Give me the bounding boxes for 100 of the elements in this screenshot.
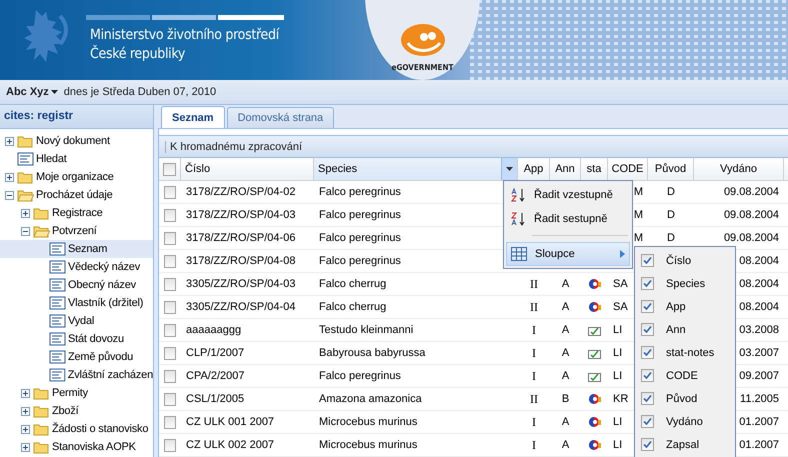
row-checkbox[interactable] xyxy=(164,392,176,406)
tree-item[interactable]: Vlastník (držitel) xyxy=(0,294,153,312)
column-checkbox[interactable] xyxy=(641,369,654,382)
table-cell: Falco peregrinus xyxy=(319,209,401,221)
table-cell: 3178/ZZ/RO/SP/04-06 xyxy=(186,232,296,244)
tree-item[interactable]: Zvláštní zacházen xyxy=(0,366,153,384)
expand-icon[interactable] xyxy=(5,136,14,146)
list-icon xyxy=(49,314,66,328)
table-cell: 03.2007 xyxy=(739,347,779,359)
expand-icon[interactable] xyxy=(21,442,30,452)
row-checkbox[interactable] xyxy=(164,438,176,452)
tree-item[interactable]: Zboží xyxy=(0,402,153,420)
checked-note-icon xyxy=(588,348,601,358)
status-icon xyxy=(588,439,602,451)
table-cell: 3178/ZZ/RO/SP/04-08 xyxy=(186,255,296,267)
row-checkbox[interactable] xyxy=(164,232,176,244)
table-cell: M xyxy=(634,232,643,244)
list-icon xyxy=(49,296,66,310)
menu-item[interactable]: Ann xyxy=(637,318,733,341)
menu-item[interactable]: Vydáno xyxy=(637,410,733,433)
column-checkbox[interactable] xyxy=(641,346,654,359)
table-cell: Falco peregrinus xyxy=(319,370,401,382)
collapse-icon[interactable] xyxy=(5,190,14,200)
tree-item[interactable]: Nový dokument xyxy=(0,132,153,150)
folder-icon xyxy=(17,134,34,148)
row-checkbox[interactable] xyxy=(164,346,176,360)
tree-item[interactable]: Potvrzení xyxy=(0,222,153,240)
tree-item[interactable]: Permity xyxy=(0,384,153,402)
menu-item[interactable]: Číslo xyxy=(637,249,733,272)
tree-item[interactable]: Obecný název xyxy=(0,276,153,294)
submenu-arrow-icon xyxy=(620,250,625,258)
row-checkbox[interactable] xyxy=(164,370,176,382)
tree-item[interactable]: Země původu xyxy=(0,348,153,366)
date-text: dnes je Středa Duben 07, 2010 xyxy=(64,86,216,98)
tree-item[interactable]: Žádosti o stanovisko xyxy=(0,420,153,438)
tree-item[interactable]: Stanoviska AOPK xyxy=(0,438,153,456)
folder-icon xyxy=(33,404,50,418)
table-cell: 08.2004 xyxy=(739,301,779,313)
menu-item[interactable]: CODE xyxy=(637,364,733,387)
table-cell: 09.08.2004 xyxy=(724,209,779,221)
row-checkbox[interactable] xyxy=(164,186,176,198)
table-cell: Microcebus murinus xyxy=(319,439,418,451)
folder-icon xyxy=(33,206,50,220)
tab[interactable]: Domovská strana xyxy=(226,107,334,128)
expand-icon[interactable] xyxy=(21,424,30,434)
table-cell: M xyxy=(634,186,643,198)
checked-note-icon xyxy=(588,324,601,336)
column-checkbox[interactable] xyxy=(641,392,654,405)
expand-icon[interactable] xyxy=(5,172,14,182)
column-menu-trigger[interactable] xyxy=(501,158,517,180)
menu-item[interactable]: Řadit sestupně xyxy=(506,207,630,231)
row-checkbox[interactable] xyxy=(164,324,176,336)
row-checkbox[interactable] xyxy=(164,300,176,314)
bulk-processing-button[interactable]: K hromadnému zpracování xyxy=(165,140,302,152)
menu-item[interactable]: Řadit vzestupně xyxy=(506,183,630,207)
tree-item[interactable]: Registrace xyxy=(0,204,153,222)
table-cell: D xyxy=(667,232,675,244)
folder-icon xyxy=(33,386,50,400)
tree-item[interactable]: Hledat xyxy=(0,150,153,168)
row-checkbox[interactable] xyxy=(164,254,176,268)
column-header[interactable]: Vydáno xyxy=(694,158,784,180)
column-checkbox[interactable] xyxy=(641,254,654,267)
column-checkbox[interactable] xyxy=(641,415,654,428)
sort-ascending-icon xyxy=(510,187,526,203)
table-cell: Falco peregrinus xyxy=(319,186,401,198)
list-icon xyxy=(17,152,34,166)
tree-item[interactable]: Seznam xyxy=(0,240,153,258)
tree-item[interactable]: Procházet údaje xyxy=(0,186,153,204)
column-checkbox[interactable] xyxy=(641,300,654,313)
column-header[interactable]: Původ xyxy=(648,158,694,180)
collapse-icon[interactable] xyxy=(21,226,30,236)
menu-item[interactable]: Species xyxy=(637,272,733,295)
row-checkbox[interactable] xyxy=(164,208,176,222)
expand-icon[interactable] xyxy=(21,388,30,398)
tree-item[interactable]: Stát dovozu xyxy=(0,330,153,348)
menu-item[interactable]: Zapsal xyxy=(637,433,733,456)
table-cell: CZ ULK 002 2007 xyxy=(186,439,274,451)
user-menu[interactable]: Abc Xyz xyxy=(6,86,58,98)
column-checkbox[interactable] xyxy=(641,438,654,451)
column-header[interactable]: Species xyxy=(314,158,518,180)
column-checkbox[interactable] xyxy=(641,323,654,336)
row-checkbox[interactable] xyxy=(164,416,176,428)
menu-item[interactable]: Sloupce xyxy=(506,242,630,266)
table-cell: Falco cherrug xyxy=(319,301,386,313)
row-checkbox[interactable] xyxy=(164,278,176,290)
select-all-checkbox[interactable] xyxy=(163,162,176,176)
table-cell: I xyxy=(532,322,536,338)
list-icon xyxy=(49,368,66,382)
expand-icon[interactable] xyxy=(21,406,30,416)
column-checkbox[interactable] xyxy=(641,277,654,290)
menu-item[interactable]: Původ xyxy=(637,387,733,410)
tree-item[interactable]: Vědecký název xyxy=(0,258,153,276)
menu-item[interactable]: stat-notes xyxy=(637,341,733,364)
table-cell: II xyxy=(530,276,538,292)
status-icon xyxy=(588,301,602,313)
menu-item[interactable]: App xyxy=(637,295,733,318)
tab[interactable]: Seznam xyxy=(161,106,225,128)
expand-icon[interactable] xyxy=(21,208,30,218)
tree-item[interactable]: Moje organizace xyxy=(0,168,153,186)
tree-item[interactable]: Vydal xyxy=(0,312,153,330)
